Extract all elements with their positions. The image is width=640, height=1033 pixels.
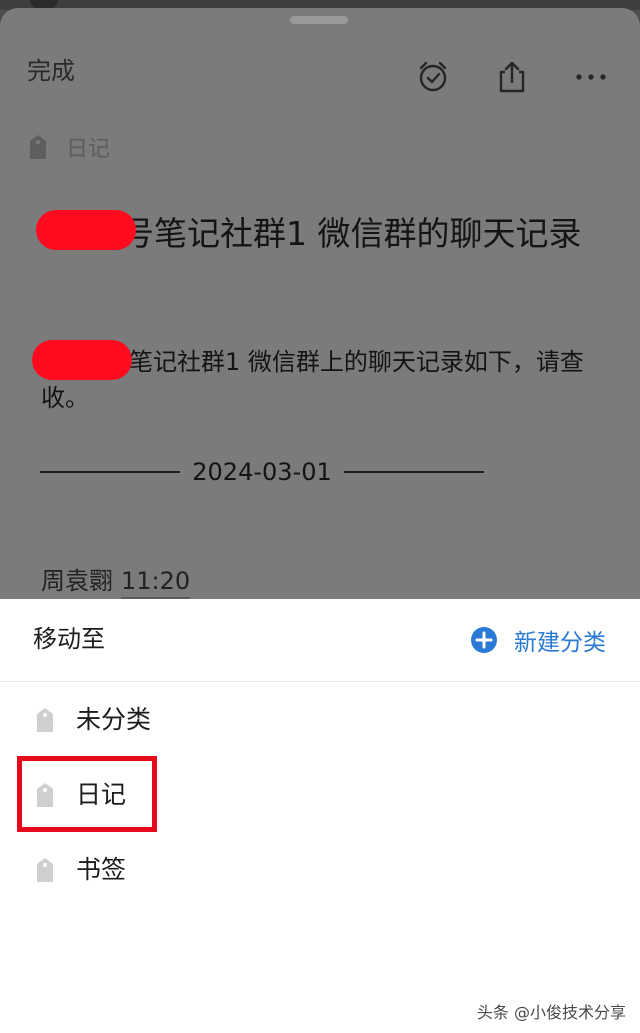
tag-icon: [37, 858, 53, 882]
category-row-label: 未分类: [76, 705, 152, 734]
category-row-label: 书签: [76, 855, 127, 884]
done-button[interactable]: 完成: [27, 56, 75, 86]
message-sender: 周袁翾 11:20: [41, 561, 191, 599]
message-time: 11:20: [121, 567, 191, 599]
screen: 完成 日记 号笔记社群1 微信群的聊天记录 笔记社群1 微信群上的聊天记录如下，…: [0, 0, 640, 1033]
new-category-label: 新建分类: [514, 630, 606, 656]
drag-handle[interactable]: [290, 16, 348, 24]
tag-icon: [37, 708, 53, 732]
move-to-sheet: 移动至 新建分类 未分类 日记 书签 头条 @小俊技术分享: [0, 599, 640, 1033]
redaction-mark: [36, 210, 136, 250]
date-divider: 2024-03-01: [40, 454, 485, 490]
divider-line: [343, 471, 485, 473]
divider-line: [40, 471, 181, 473]
plus-circle-icon: [471, 627, 497, 653]
watermark: 头条 @小俊技术分享: [476, 1003, 626, 1022]
redaction-mark: [32, 340, 132, 380]
highlight-annotation-box: [17, 756, 157, 832]
more-icon[interactable]: [574, 60, 608, 94]
share-icon[interactable]: [495, 60, 529, 94]
category-row-bookmarks[interactable]: 书签: [0, 837, 640, 903]
category-row-uncategorized[interactable]: 未分类: [0, 687, 640, 753]
note-category-label: 日记: [66, 137, 111, 162]
sender-name: 周袁翾: [41, 567, 113, 595]
note-category[interactable]: 日记: [28, 132, 110, 162]
new-category-button[interactable]: 新建分类: [470, 623, 606, 657]
alarm-icon[interactable]: [416, 60, 450, 94]
divider-date: 2024-03-01: [192, 458, 332, 486]
sheet-title: 移动至: [33, 625, 105, 653]
note-editor: 完成 日记 号笔记社群1 微信群的聊天记录 笔记社群1 微信群上的聊天记录如下，…: [0, 8, 640, 628]
sheet-header: 移动至 新建分类: [0, 599, 640, 682]
tag-icon: [30, 135, 46, 159]
